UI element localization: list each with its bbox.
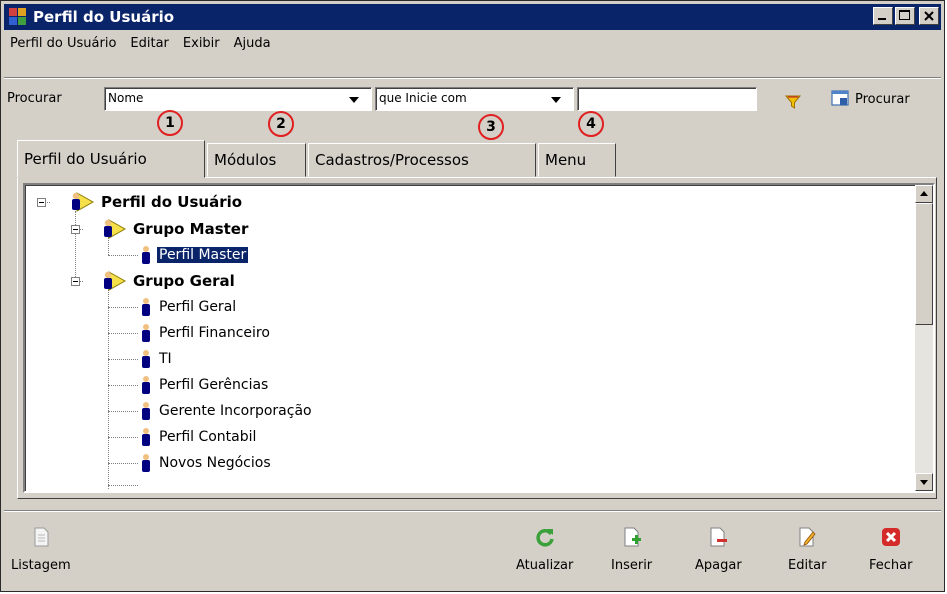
document-list-icon <box>34 527 49 547</box>
arrow-down-icon <box>920 480 928 485</box>
tree-item-label: TI <box>159 351 172 367</box>
maximize-icon <box>899 10 910 20</box>
tree-item[interactable]: TI <box>139 348 174 370</box>
group-users-icon <box>104 271 127 291</box>
user-icon <box>142 454 150 472</box>
scroll-up-button[interactable] <box>915 185 933 203</box>
listagem-label: Listagem <box>11 558 71 573</box>
chevron-down-icon <box>551 97 561 103</box>
fechar-button[interactable]: Fechar <box>869 526 912 574</box>
user-icon <box>142 402 150 420</box>
atualizar-button[interactable]: Atualizar <box>516 526 573 574</box>
title-bar[interactable]: Perfil do Usuário <box>4 4 941 30</box>
arrow-up-icon <box>920 191 928 196</box>
scroll-thumb[interactable] <box>915 203 933 325</box>
tree-scrollbar[interactable] <box>915 185 933 491</box>
editar-button[interactable]: Editar <box>788 526 827 574</box>
tree-item[interactable]: Novos Negócios <box>139 452 273 474</box>
tree-item[interactable]: Gerente Incorporação <box>139 400 314 422</box>
tree-item-selected[interactable]: Perfil Master <box>139 244 250 266</box>
tree-group[interactable]: Grupo Geral <box>97 270 237 292</box>
tree-group-label: Grupo Master <box>133 220 249 238</box>
menu-perfil-do-usuario[interactable]: Perfil do Usuário <box>4 36 124 51</box>
chevron-down-icon <box>349 97 359 103</box>
search-condition-select[interactable]: que Inicie com <box>375 87 574 111</box>
refresh-icon <box>536 529 554 547</box>
menu-bar: Perfil do Usuário Editar Exibir Ajuda <box>4 32 279 54</box>
close-button[interactable] <box>919 7 939 25</box>
group-users-icon <box>72 192 95 212</box>
tree-item[interactable]: Perfil Contabil <box>139 426 258 448</box>
close-icon <box>924 11 934 21</box>
tree-root-label: Perfil do Usuário <box>101 193 243 211</box>
minimize-button[interactable] <box>873 7 893 25</box>
tree-group[interactable]: Grupo Master <box>97 218 250 240</box>
tree-item-label: Perfil Financeiro <box>159 325 270 341</box>
tab-perfil-do-usuario[interactable]: Perfil do Usuário <box>17 140 205 178</box>
search-field-value: Nome <box>108 91 144 105</box>
tree-item[interactable]: Perfil Gerências <box>139 374 270 396</box>
window: Perfil do Usuário Perfil do Usuário Edit… <box>0 0 945 592</box>
search-condition-value: que Inicie com <box>379 91 467 105</box>
user-icon <box>142 376 150 394</box>
maximize-button[interactable] <box>895 7 915 25</box>
tab-cadastros-processos[interactable]: Cadastros/Processos <box>308 143 536 177</box>
apagar-button[interactable]: Apagar <box>695 526 742 574</box>
profile-tree[interactable]: Perfil do Usuário Grupo Master Perfil Ma… <box>23 183 935 493</box>
tree-item-label: Novos Negócios <box>159 455 271 471</box>
edit-document-icon <box>799 527 816 547</box>
user-icon <box>142 428 150 446</box>
inserir-label: Inserir <box>611 558 653 573</box>
toolbar-separator <box>4 510 941 512</box>
tree-item[interactable]: Perfil Geral <box>139 296 238 318</box>
fechar-label: Fechar <box>869 558 913 573</box>
close-red-icon <box>881 528 900 546</box>
search-text-input[interactable] <box>577 87 757 111</box>
tree-item-label: Gerente Incorporação <box>159 403 312 419</box>
tree-group-label: Grupo Geral <box>133 272 235 290</box>
filter-icon[interactable] <box>785 94 801 110</box>
editar-label: Editar <box>788 558 827 573</box>
collapse-root-toggle[interactable] <box>37 198 46 207</box>
menu-exibir[interactable]: Exibir <box>177 36 228 51</box>
marker-1: 1 <box>157 110 183 136</box>
inserir-button[interactable]: Inserir <box>611 526 652 574</box>
marker-2: 2 <box>268 111 294 137</box>
search-window-icon <box>831 90 849 106</box>
collapse-grupo-geral-toggle[interactable] <box>71 277 80 286</box>
remove-document-icon <box>710 527 728 547</box>
user-icon <box>142 324 150 342</box>
menu-ajuda[interactable]: Ajuda <box>228 36 279 51</box>
search-button-label: Procurar <box>855 91 910 107</box>
tree-item[interactable]: Perfil Financeiro <box>139 322 272 344</box>
search-button[interactable]: Procurar <box>830 89 910 109</box>
apagar-label: Apagar <box>695 558 742 573</box>
tree-item-label: Perfil Master <box>155 246 250 264</box>
tab-modulos[interactable]: Módulos <box>207 143 306 177</box>
search-field-select[interactable]: Nome <box>104 87 372 111</box>
user-icon <box>142 246 150 264</box>
user-icon <box>142 298 150 316</box>
user-icon <box>142 350 150 368</box>
minimize-icon <box>878 18 886 20</box>
tab-menu[interactable]: Menu <box>538 143 616 177</box>
menu-editar[interactable]: Editar <box>124 36 177 51</box>
group-users-icon <box>104 219 127 239</box>
tree-root[interactable]: Perfil do Usuário <box>65 191 244 213</box>
app-icon <box>9 8 27 26</box>
collapse-grupo-master-toggle[interactable] <box>71 225 80 234</box>
scroll-down-button[interactable] <box>915 473 933 491</box>
search-label: Procurar <box>7 91 62 106</box>
tree-item-label: Perfil Gerências <box>159 377 269 393</box>
tree-item-label: Perfil Geral <box>159 299 237 315</box>
window-title: Perfil do Usuário <box>33 8 175 26</box>
add-document-icon <box>624 527 641 547</box>
atualizar-label: Atualizar <box>516 558 574 573</box>
menu-separator <box>4 77 941 79</box>
marker-4: 4 <box>578 111 604 137</box>
tree-item-label: Perfil Contabil <box>159 429 257 445</box>
marker-3: 3 <box>478 114 504 140</box>
listagem-button[interactable]: Listagem <box>11 526 71 574</box>
